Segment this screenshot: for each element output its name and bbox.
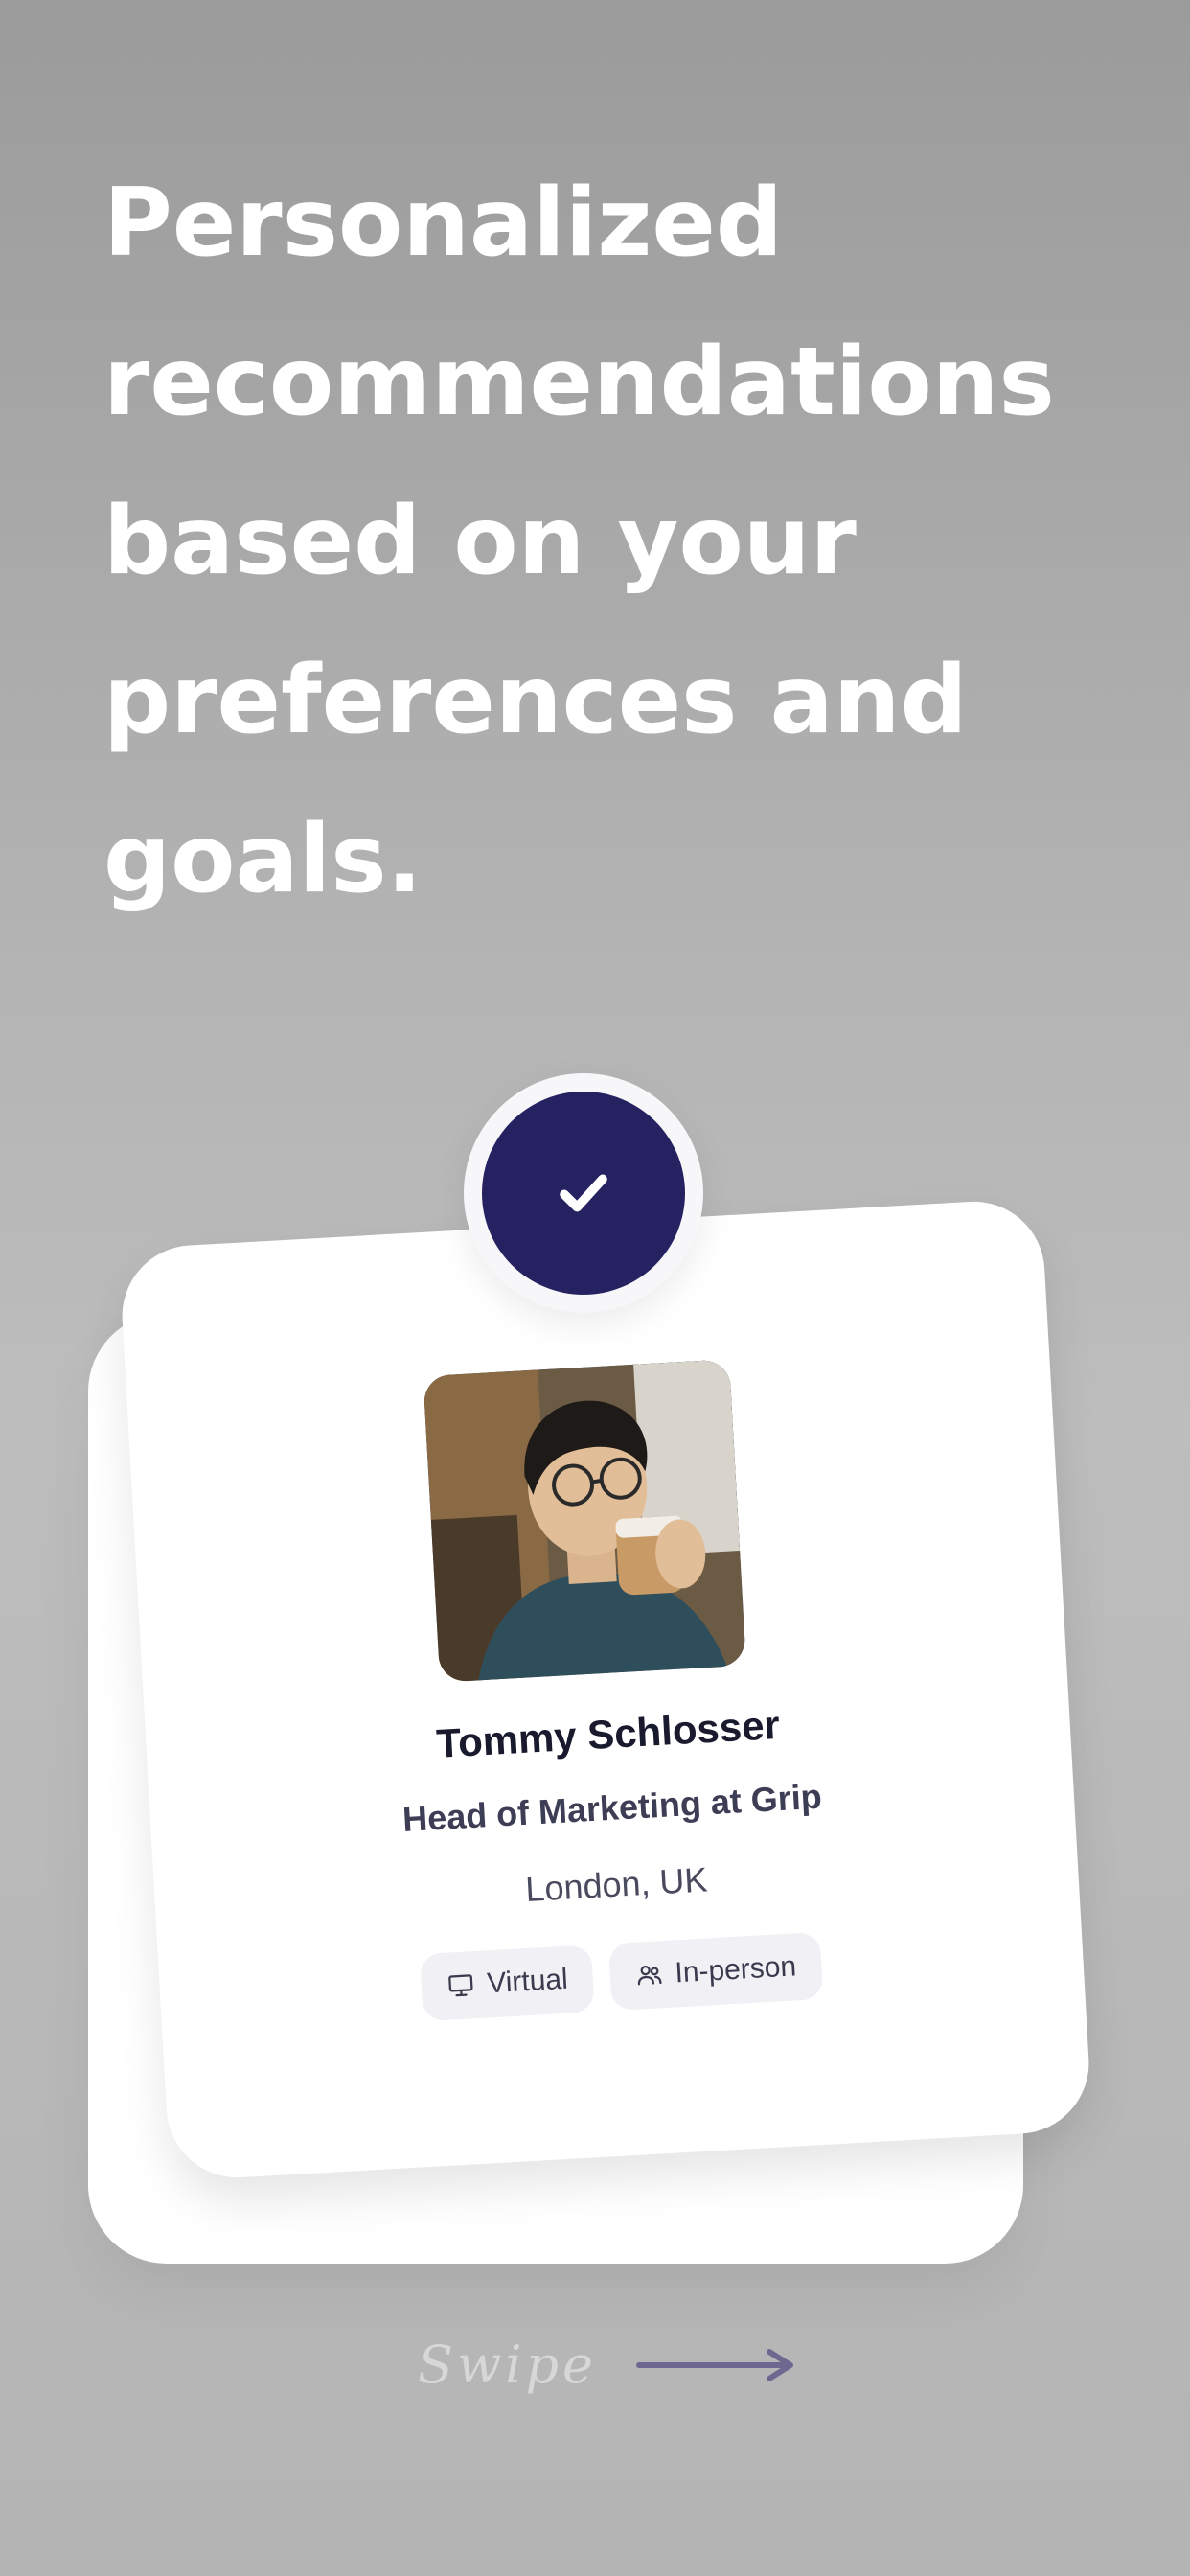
- checkmark-icon: [560, 1174, 607, 1212]
- match-badge-circle: [482, 1092, 685, 1295]
- tag-in-person[interactable]: In-person: [607, 1931, 823, 2012]
- profile-card[interactable]: Tommy Schlosser Head of Marketing at Gri…: [118, 1197, 1093, 2182]
- headline-line: preferences and: [103, 646, 968, 755]
- profile-name: Tommy Schlosser: [435, 1701, 781, 1766]
- tag-label: Virtual: [486, 1963, 569, 2000]
- profile-location: London, UK: [524, 1859, 709, 1909]
- people-icon: [637, 1966, 662, 1986]
- avatar: [423, 1359, 746, 1683]
- match-badge: [464, 1073, 703, 1313]
- headline-line: based on your: [103, 487, 857, 596]
- headline-line: Personalized: [103, 169, 784, 278]
- swipe-label: Swipe: [418, 2334, 598, 2395]
- tag-label: In-person: [674, 1950, 797, 1990]
- meeting-tags: Virtual In-person: [159, 1918, 1085, 2036]
- avatar-photo: [423, 1359, 746, 1683]
- monitor-icon: [448, 1974, 473, 1997]
- headline: Personalized recommendations based on yo…: [103, 144, 1062, 939]
- headline-line: recommendations: [103, 328, 1055, 437]
- swipe-hint[interactable]: Swipe: [418, 2334, 798, 2395]
- tag-virtual[interactable]: Virtual: [420, 1944, 595, 2022]
- headline-line: goals.: [103, 805, 423, 914]
- profile-title: Head of Marketing at Grip: [401, 1776, 823, 1840]
- arrow-right-icon: [636, 2348, 794, 2381]
